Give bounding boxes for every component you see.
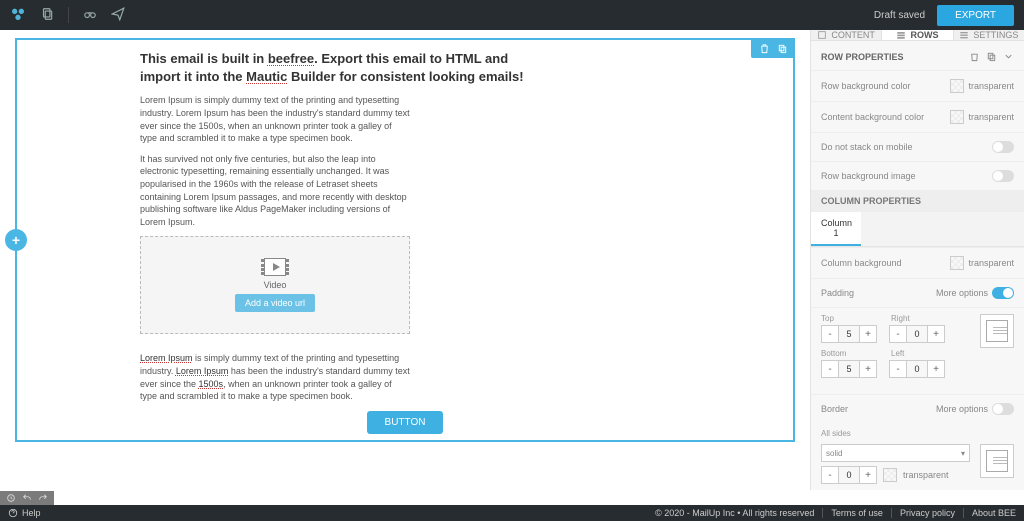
selected-row[interactable]: + This email is built in beefree. Export… — [15, 38, 795, 442]
prop-border-header: Border More options — [811, 394, 1024, 423]
trash-icon[interactable] — [969, 51, 980, 62]
prop-row-bg-color[interactable]: Row background color transparent — [811, 70, 1024, 101]
binoculars-icon[interactable] — [83, 7, 97, 24]
send-icon[interactable] — [111, 7, 125, 24]
copy-row-icon[interactable] — [986, 51, 997, 62]
privacy-link[interactable]: Privacy policy — [891, 508, 955, 518]
row-properties-header: ROW PROPERTIES — [811, 41, 1024, 70]
tab-settings[interactable]: SETTINGS — [954, 30, 1024, 40]
toggle-switch[interactable] — [992, 403, 1014, 415]
color-swatch-icon[interactable] — [883, 468, 897, 482]
delete-icon[interactable] — [757, 41, 771, 55]
column-1-tab[interactable]: Column 1 — [811, 212, 861, 246]
about-link[interactable]: About BEE — [963, 508, 1016, 518]
export-button[interactable]: EXPORT — [937, 5, 1014, 26]
terms-link[interactable]: Terms of use — [822, 508, 883, 518]
padding-right-stepper[interactable]: -0+ — [889, 325, 945, 343]
properties-panel: CONTENT ROWS SETTINGS ROW PROPERTIES Row… — [810, 30, 1024, 490]
redo-icon[interactable] — [38, 493, 48, 503]
copyright-text: © 2020 - MailUp Inc • All rights reserve… — [647, 508, 814, 518]
history-toolbar — [0, 491, 54, 505]
paragraph-3[interactable]: Lorem Ipsum is simply dummy text of the … — [140, 352, 410, 402]
prop-do-not-stack[interactable]: Do not stack on mobile — [811, 132, 1024, 161]
color-swatch-icon[interactable] — [950, 110, 964, 124]
app-logo-icon[interactable] — [10, 6, 26, 25]
add-row-button[interactable]: + — [5, 229, 27, 251]
undo-icon[interactable] — [22, 493, 32, 503]
toggle-switch[interactable] — [992, 170, 1014, 182]
column-properties-header: COLUMN PROPERTIES — [811, 190, 1024, 212]
prop-row-bg-image[interactable]: Row background image — [811, 161, 1024, 190]
help-link[interactable]: Help — [22, 508, 41, 518]
color-swatch-icon[interactable] — [950, 256, 964, 270]
tab-rows[interactable]: ROWS — [882, 30, 953, 40]
border-width-stepper[interactable]: -0+ — [821, 466, 877, 484]
video-label: Video — [264, 280, 287, 290]
prop-padding-header: Padding More options — [811, 278, 1024, 307]
history-icon[interactable] — [6, 493, 16, 503]
paragraph-2[interactable]: It has survived not only five centuries,… — [140, 153, 410, 229]
video-placeholder-block[interactable]: Video Add a video url — [140, 236, 410, 334]
cta-button[interactable]: BUTTON — [367, 411, 444, 434]
border-style-select[interactable]: solid▾ — [821, 444, 970, 462]
tab-content[interactable]: CONTENT — [811, 30, 882, 40]
chevron-down-icon[interactable] — [1003, 51, 1014, 62]
padding-controls: TopRight -5+ -0+ BottomLeft -5+ -0+ — [811, 307, 1024, 394]
padding-bottom-stepper[interactable]: -5+ — [821, 360, 877, 378]
draft-status: Draft saved — [874, 10, 925, 21]
all-sides-label: All sides — [821, 429, 1014, 438]
duplicate-icon[interactable] — [775, 41, 789, 55]
row-action-toolbar — [751, 38, 795, 58]
top-toolbar: Draft saved EXPORT — [0, 0, 1024, 30]
border-diagram-icon — [980, 444, 1014, 478]
editor-canvas-area: + This email is built in beefree. Export… — [0, 30, 810, 490]
copy-icon[interactable] — [40, 7, 54, 24]
padding-diagram-icon — [980, 314, 1014, 348]
paragraph-1[interactable]: Lorem Ipsum is simply dummy text of the … — [140, 94, 410, 144]
add-video-url-button[interactable]: Add a video url — [235, 294, 315, 312]
prop-column-bg[interactable]: Column background transparent — [811, 247, 1024, 278]
color-swatch-icon[interactable] — [950, 79, 964, 93]
toggle-switch[interactable] — [992, 141, 1014, 153]
toggle-switch[interactable] — [992, 287, 1014, 299]
help-icon[interactable] — [8, 508, 18, 518]
footer-bar: Help © 2020 - MailUp Inc • All rights re… — [0, 505, 1024, 521]
heading-text[interactable]: This email is built in beefree. Export t… — [140, 50, 670, 86]
prop-content-bg-color[interactable]: Content background color transparent — [811, 101, 1024, 132]
video-icon — [264, 258, 286, 276]
padding-top-stepper[interactable]: -5+ — [821, 325, 877, 343]
padding-left-stepper[interactable]: -0+ — [889, 360, 945, 378]
